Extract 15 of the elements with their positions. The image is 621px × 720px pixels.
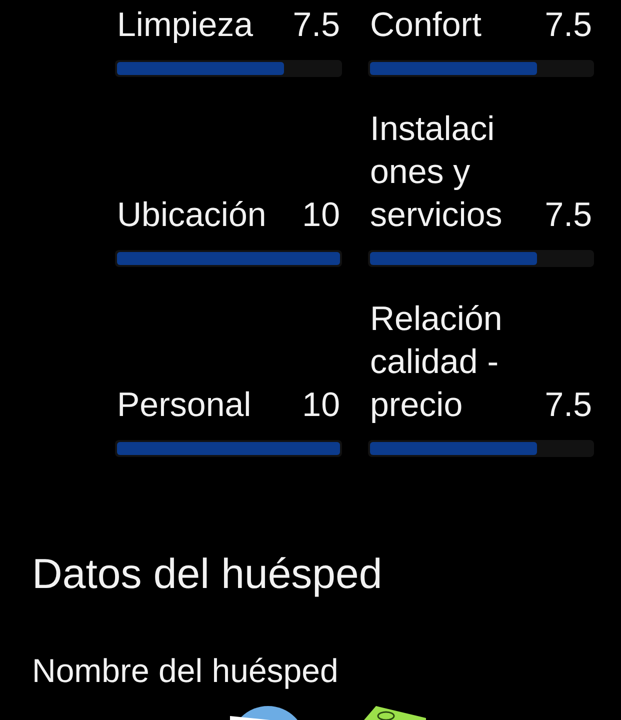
score-value: 7.5	[544, 5, 592, 46]
score-label: Ubicación	[117, 195, 266, 236]
section-heading: Datos del huésped	[32, 549, 382, 599]
score-label: Personal	[117, 385, 252, 426]
score-label: Instalaciones y servicios	[370, 109, 504, 236]
field-label: Nombre del huésped	[32, 651, 338, 691]
score-value: 7.5	[544, 385, 592, 426]
score-label: Confort	[370, 5, 482, 46]
score-value: 7.5	[544, 195, 592, 236]
score-value: 10	[302, 385, 340, 426]
score-value: 10	[302, 195, 340, 236]
score-label: Limpieza	[117, 5, 254, 46]
banknote-icon	[364, 706, 426, 720]
score-value: 7.5	[292, 5, 340, 46]
score-label: Relación calidad - precio	[370, 299, 504, 426]
